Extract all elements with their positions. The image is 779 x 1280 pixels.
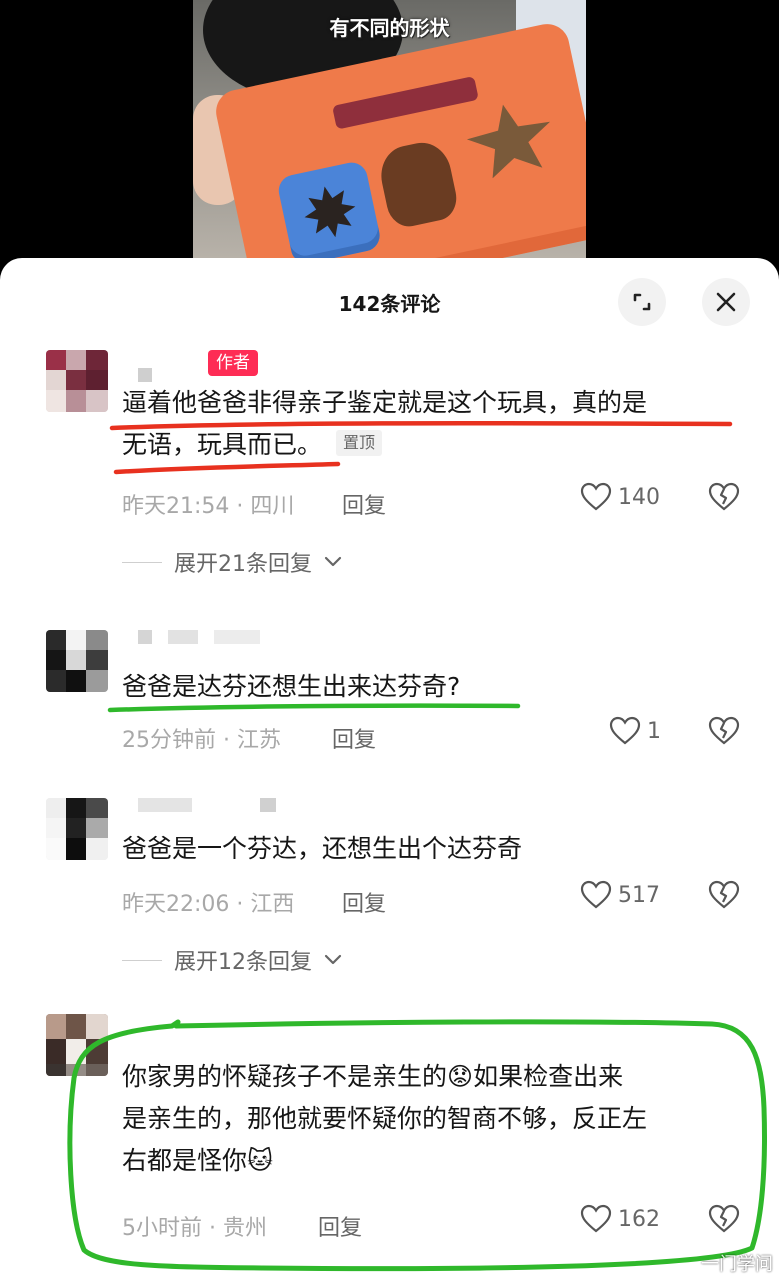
- avatar[interactable]: [46, 1014, 108, 1076]
- video-caption: 有不同的形状: [329, 16, 450, 40]
- like-count: 1: [647, 718, 661, 744]
- toy-handle: [332, 75, 479, 130]
- dislike-button[interactable]: [708, 1204, 740, 1238]
- broken-heart-icon: [708, 880, 740, 909]
- avatar[interactable]: [46, 630, 108, 692]
- comment-sheet: 142条评论 作者 逼着他爸爸非得亲子鉴定就是这个玩具，真的是 无语，玩具而已。…: [0, 258, 779, 1280]
- heart-icon: [609, 716, 641, 745]
- expand-icon: [633, 293, 651, 311]
- heart-icon: [580, 880, 612, 909]
- comment-line: 逼着他爸爸非得亲子鉴定就是这个玩具，真的是: [122, 388, 648, 417]
- close-icon: [716, 292, 736, 312]
- comment-line-text: 你家男的怀疑孩子不是亲生的: [122, 1062, 448, 1091]
- reply-button[interactable]: 回复: [342, 488, 386, 520]
- like-button[interactable]: 140: [580, 482, 660, 512]
- divider-line: [122, 561, 162, 563]
- comment-meta: 昨天21:54 · 四川: [122, 494, 295, 519]
- comment-text: 你家男的怀疑孩子不是亲生的😟如果检查出来 是亲生的，那他就要怀疑你的智商不够，反…: [122, 1056, 752, 1182]
- toy-star-shape: [299, 181, 361, 243]
- worried-face-emoji: 😟: [447, 1062, 474, 1091]
- watermark: 一门学问: [701, 1254, 773, 1275]
- expand-replies-label: 展开12条回复: [174, 950, 312, 975]
- comment-line-text: 右都是怪你: [122, 1146, 248, 1175]
- expand-replies-label: 展开21条回复: [174, 552, 312, 577]
- expand-button[interactable]: [618, 278, 666, 326]
- comment-text: 逼着他爸爸非得亲子鉴定就是这个玩具，真的是 无语，玩具而已。 置顶: [122, 382, 752, 466]
- video-player[interactable]: 有不同的形状: [193, 0, 586, 262]
- heart-icon: [580, 482, 612, 511]
- cat-face-emoji: 🐱: [247, 1146, 274, 1175]
- like-button[interactable]: 1: [609, 716, 661, 746]
- close-button[interactable]: [702, 278, 750, 326]
- comment-meta: 5小时前 · 贵州: [122, 1216, 267, 1241]
- toy-block: [275, 159, 383, 262]
- reply-button[interactable]: 回复: [318, 1210, 362, 1242]
- divider-line: [122, 959, 162, 961]
- like-button[interactable]: 517: [580, 880, 660, 910]
- expand-replies-button[interactable]: 展开12条回复: [122, 944, 342, 976]
- author-badge: 作者: [208, 350, 258, 376]
- toy-hole: [375, 137, 461, 231]
- comment-line-text: 无语，玩具而已。: [122, 430, 323, 459]
- broken-heart-icon: [708, 1204, 740, 1233]
- like-button[interactable]: 162: [580, 1204, 660, 1234]
- comment-line: 是亲生的，那他就要怀疑你的智商不够，反正左: [122, 1104, 648, 1133]
- comment-line: 无语，玩具而已。 置顶: [122, 424, 752, 466]
- comment-meta: 昨天22:06 · 江西: [122, 892, 295, 917]
- dislike-button[interactable]: [708, 482, 740, 516]
- reply-button[interactable]: 回复: [332, 722, 376, 754]
- dislike-button[interactable]: [708, 880, 740, 914]
- chevron-down-icon: [324, 954, 342, 965]
- like-count: 162: [618, 1206, 660, 1232]
- comment-line: 你家男的怀疑孩子不是亲生的😟如果检查出来: [122, 1056, 752, 1098]
- dislike-button[interactable]: [708, 716, 740, 750]
- like-count: 140: [618, 484, 660, 510]
- comment-text: 爸爸是达芬还想生出来达芬奇?: [122, 672, 461, 701]
- broken-heart-icon: [708, 716, 740, 745]
- comment-line: 右都是怪你🐱: [122, 1140, 752, 1182]
- avatar[interactable]: [46, 798, 108, 860]
- pinned-badge: 置顶: [336, 430, 383, 456]
- comment-meta: 25分钟前 · 江苏: [122, 728, 281, 753]
- expand-replies-button[interactable]: 展开21条回复: [122, 546, 342, 578]
- avatar[interactable]: [46, 350, 108, 412]
- comment-line-text: 如果检查出来: [473, 1062, 624, 1091]
- chevron-down-icon: [324, 556, 342, 567]
- heart-icon: [580, 1204, 612, 1233]
- broken-heart-icon: [708, 482, 740, 511]
- toy-star-hole: [461, 96, 559, 182]
- like-count: 517: [618, 882, 660, 908]
- reply-button[interactable]: 回复: [342, 886, 386, 918]
- comment-text: 爸爸是一个芬达，还想生出个达芬奇: [122, 834, 523, 863]
